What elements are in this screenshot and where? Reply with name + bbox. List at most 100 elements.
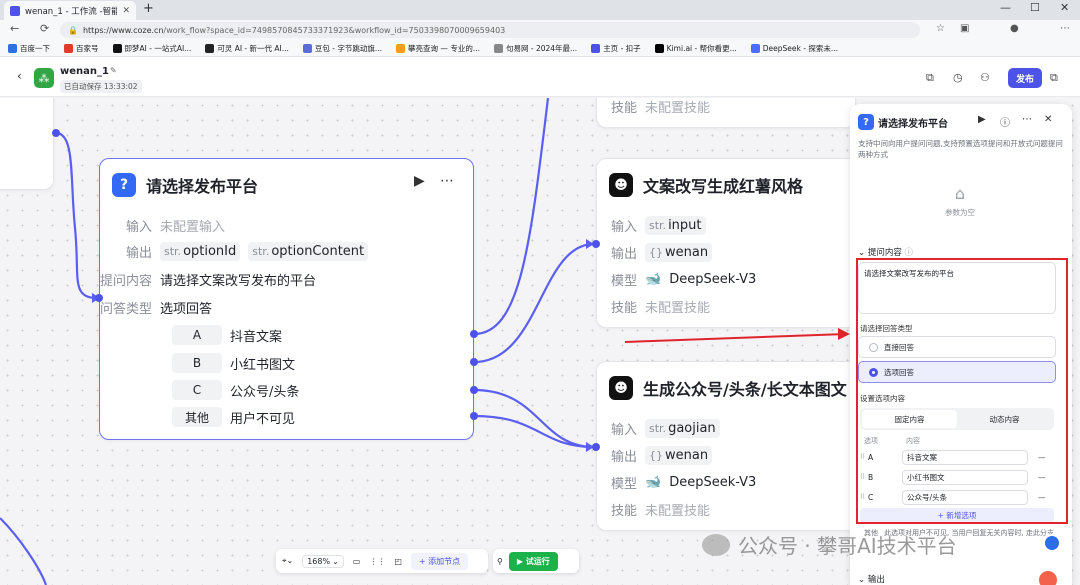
maximize-button[interactable]: ☐ [1030, 1, 1040, 14]
prompt-section-header[interactable]: ⌄ 提问内容 ⓘ [858, 246, 913, 258]
bookmark-item[interactable]: 百家号 [64, 43, 99, 54]
more-actions-icon[interactable]: ⧉ [1050, 71, 1058, 85]
bookmark-item[interactable]: DeepSeek - 探索未... [750, 43, 838, 54]
history-icon[interactable]: ◷ [953, 71, 963, 84]
bookmark-item[interactable]: Kimi.ai - 帮你看更... [654, 43, 737, 54]
publish-button[interactable]: 发布 [1008, 68, 1042, 88]
remove-option-icon[interactable]: — [1038, 453, 1046, 462]
bookmark-item[interactable]: 攀亮查询 — 专业的... [396, 43, 480, 54]
bookmark-item[interactable]: 豆包 - 字节跳动旗... [302, 43, 382, 54]
remove-option-icon[interactable]: — [1038, 473, 1046, 482]
browser-tab[interactable]: wenan_1 - 工作流 -智能体平台 ✕ [4, 1, 136, 20]
bookmark-item[interactable]: 主页 - 扣子 [591, 43, 641, 54]
collections-icon[interactable]: ▣ [960, 23, 969, 34]
answer-type-label: 请选择回答类型 [860, 324, 913, 333]
back-arrow-icon[interactable]: ← [10, 22, 19, 35]
radio-option-answer[interactable]: 选项回答 [858, 361, 1056, 383]
bookmark-item[interactable]: 百度一下 [8, 43, 50, 54]
tab-dynamic-content[interactable]: 动态内容 [957, 410, 1052, 428]
copy-icon[interactable]: ⧉ [926, 71, 934, 85]
refresh-icon[interactable]: ⟳ [40, 22, 49, 35]
jimeng-icon [112, 43, 122, 53]
question-icon: ? [858, 114, 874, 130]
url-field[interactable]: 🔒 https://www.coze.cn/work_flow?space_id… [60, 22, 920, 38]
collaborators-icon[interactable]: ⚇ [980, 71, 990, 84]
input-var-chip: str. gaojian [645, 419, 720, 438]
prompt-row: 提问内容 请选择文案改写发布的平台 [99, 274, 317, 289]
help-icon[interactable]: ⓘ [1000, 114, 1010, 129]
col-option-header: 选项 [864, 437, 878, 445]
baijiahao-icon [64, 43, 73, 53]
bookmark-item[interactable]: 即梦AI - 一站式AI... [112, 43, 191, 54]
browser-menu-icon[interactable]: ⋯ [1060, 23, 1070, 34]
node-more-icon[interactable]: ⋯ [440, 173, 454, 189]
test-run-button[interactable]: ▶ 试运行 [508, 551, 558, 571]
panel-title: 请选择发布平台 [878, 119, 948, 130]
zoom-select[interactable]: 168% ⌄ [302, 554, 344, 568]
input-port[interactable] [592, 240, 600, 248]
profile-avatar-icon[interactable]: ● [1010, 23, 1019, 34]
remove-option-icon[interactable]: — [1038, 493, 1046, 502]
option-port-c[interactable] [470, 386, 478, 394]
xhs-llm-node[interactable]: ☻ 文案改写生成红薯风格 输入 str. input 输出 {} wenan 模型 … [596, 158, 858, 328]
add-node-button[interactable]: + 添加节点 [410, 552, 469, 570]
app-header: ‹ ⁂ wenan_1 ✎ 已自动保存 13:33:02 ⧉ ◷ ⚇ 发布 ⧉ [0, 57, 1080, 97]
drag-handle-icon[interactable]: ⠿ [860, 473, 868, 481]
node-more-icon[interactable]: ⋯ [23, 98, 37, 100]
close-panel-icon[interactable]: ✕ [1044, 114, 1052, 125]
url-host: https://www.coze.cn [82, 25, 164, 35]
workflow-name: wenan_1 [60, 66, 109, 77]
debug-icon[interactable]: ⚲ [497, 557, 503, 566]
comment-icon[interactable]: ▭ [353, 557, 361, 566]
llm-icon: ☻ [609, 173, 633, 197]
float-help-icon[interactable] [1043, 534, 1061, 552]
option-config-row: ⠿ B 小红书图文 — [860, 469, 1058, 485]
wechat-logo-icon [702, 533, 730, 556]
minimize-button[interactable]: — [1000, 1, 1011, 14]
deepseek-icon: 🐋 [645, 272, 662, 287]
gzh-llm-node[interactable]: ☻ 生成公众号/头条/长文本图文 输入 str. gaojian 输出 {} wen… [596, 361, 858, 531]
option-input[interactable]: 小红书图文 [902, 469, 1028, 485]
left-partial-node[interactable]: ⋯ [0, 98, 54, 190]
drag-handle-icon[interactable]: ⠿ [860, 493, 868, 501]
output-row: 输出 {} wenan [609, 446, 713, 465]
option-input[interactable]: 公众号/头条 [902, 489, 1028, 505]
run-node-icon[interactable]: ▶ [978, 114, 986, 125]
option-input[interactable]: 抖音文案 [902, 449, 1028, 465]
more-icon[interactable]: ⋯ [1022, 114, 1032, 125]
tab-close-icon[interactable]: ✕ [122, 6, 130, 16]
drag-handle-icon[interactable]: ⠿ [860, 453, 868, 461]
favorite-star-icon[interactable]: ☆ [936, 23, 945, 34]
input-port[interactable] [592, 443, 600, 451]
radio-direct-answer[interactable]: 直接回答 [858, 336, 1056, 358]
prompt-textarea[interactable]: 请选择文案改写发布的平台 [858, 262, 1056, 314]
run-node-icon[interactable]: ▶ [414, 173, 425, 189]
add-option-button[interactable]: + 新增选项 [860, 508, 1054, 522]
close-window-button[interactable]: ✕ [1060, 1, 1069, 14]
coze-icon [591, 43, 601, 53]
output-section-header[interactable]: ⌄ 输出 [858, 573, 885, 585]
panliang-icon [396, 43, 406, 53]
minimap-icon[interactable]: ◰ [394, 557, 402, 566]
option-port-a[interactable] [470, 330, 478, 338]
xhs-node-header: ☻ 文案改写生成红薯风格 [609, 173, 803, 197]
auto-layout-icon[interactable]: ⋮⋮ [369, 557, 385, 566]
info-icon: ⓘ [904, 248, 914, 258]
option-port-other[interactable] [470, 412, 478, 420]
pointer-mode-icon[interactable]: ⌖⌄ [282, 556, 293, 566]
output-port[interactable] [52, 129, 60, 137]
edit-icon[interactable]: ✎ [110, 66, 117, 75]
bookmark-item[interactable]: 可灵 AI - 新一代 AI... [205, 43, 289, 54]
bookmark-item[interactable]: 句易网 - 2024年最... [493, 43, 577, 54]
question-icon: ? [112, 173, 136, 197]
option-port-b[interactable] [470, 358, 478, 366]
top-partial-node[interactable]: 技能 未配置技能 [596, 98, 856, 128]
back-chevron-icon[interactable]: ‹ [17, 69, 22, 83]
model-row: 模型 🐋 DeepSeek-V3 [610, 475, 757, 492]
question-node[interactable]: ? 请选择发布平台 ▶ ⋯ 输入 未配置输入 输出 str. optionId s… [99, 158, 474, 440]
assistant-bubble-icon[interactable] [1039, 571, 1057, 585]
new-tab-button[interactable]: + [143, 1, 154, 16]
tab-fixed-content[interactable]: 固定内容 [862, 410, 957, 428]
option-row: C 公众号/头条 [172, 380, 299, 400]
input-port[interactable] [95, 294, 103, 302]
